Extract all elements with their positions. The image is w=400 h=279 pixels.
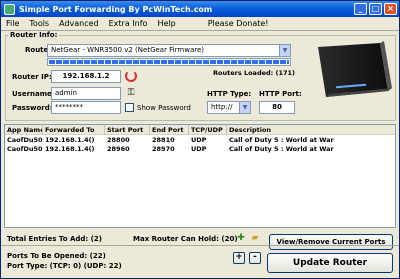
chevron-down-icon[interactable]: ▼: [239, 102, 250, 113]
cell-forwarded-to: 192.168.1.4(): [45, 136, 95, 144]
router-info-title: Router Info:: [8, 31, 60, 39]
window-controls: _ □ ×: [354, 3, 397, 15]
menu-advanced[interactable]: Advanced: [54, 19, 104, 28]
http-port-label: HTTP Port:: [259, 90, 302, 98]
cell-tcp-udp: UDP: [191, 145, 207, 153]
folder-icon[interactable]: ▰: [249, 232, 261, 244]
cell-end-port: 28810: [152, 136, 175, 144]
show-password-label: Show Password: [137, 104, 191, 112]
donate-link[interactable]: Please Donate!: [203, 19, 274, 28]
cell-description: Call of Duty 5 : World at War: [229, 136, 334, 144]
col-description[interactable]: Description: [227, 125, 395, 135]
chevron-down-icon[interactable]: ▼: [279, 45, 290, 56]
cell-tcp-udp: UDP: [191, 136, 207, 144]
table-row[interactable]: CaofDu501 192.168.1.4() 28800 28810 UDP …: [5, 136, 395, 145]
router-load-progress: [47, 58, 291, 66]
password-label: Password:: [12, 104, 53, 112]
col-start-port[interactable]: Start Port: [105, 125, 150, 135]
close-button[interactable]: ×: [384, 3, 397, 15]
view-remove-ports-button[interactable]: View/Remove Current Ports: [269, 234, 393, 250]
cell-description: Call of Duty 5 : World at War: [229, 145, 334, 153]
max-router-label: Max Router Can Hold: (20): [133, 235, 238, 243]
cell-app-name: CaofDu502: [7, 145, 43, 153]
table-row[interactable]: CaofDu502 192.168.1.4() 28960 28970 UDP …: [5, 145, 395, 154]
router-ip-field[interactable]: 192.168.1.2: [51, 70, 121, 83]
col-app-name[interactable]: App Name: [5, 125, 43, 135]
show-password-checkbox[interactable]: [125, 103, 134, 112]
update-router-button[interactable]: Update Router: [267, 253, 393, 273]
add-entry-icon[interactable]: ✚: [235, 232, 247, 244]
refresh-icon[interactable]: [125, 70, 137, 82]
router-image: [318, 41, 392, 97]
progress-fill: [49, 60, 289, 64]
cell-start-port: 28960: [107, 145, 130, 153]
footer-separator: [1, 245, 399, 246]
cell-start-port: 28800: [107, 136, 130, 144]
http-type-value: http://: [211, 103, 233, 111]
title-bar: Simple Port Forwarding By PcWinTech.com …: [1, 1, 399, 17]
menu-tools[interactable]: Tools: [24, 19, 54, 28]
col-forwarded-to[interactable]: Forwarded To: [43, 125, 105, 135]
app-icon: [4, 3, 15, 15]
maximize-button[interactable]: □: [369, 3, 382, 15]
menu-file[interactable]: File: [1, 19, 24, 28]
cell-end-port: 28970: [152, 145, 175, 153]
routers-loaded-label: Routers Loaded: (171): [213, 69, 296, 77]
ports-table: App Name Forwarded To Start Port End Por…: [4, 124, 396, 228]
col-tcp-udp[interactable]: TCP/UDP: [189, 125, 227, 135]
col-end-port[interactable]: End Port: [150, 125, 189, 135]
port-type-label: Port Type: (TCP: 0) (UDP: 22): [7, 262, 122, 270]
key-icon[interactable]: ⚿: [125, 87, 137, 99]
menu-bar: File Tools Advanced Extra Info Help Plea…: [1, 17, 399, 30]
username-label: Username:: [12, 90, 55, 98]
remove-port-button[interactable]: -: [249, 252, 261, 264]
table-header: App Name Forwarded To Start Port End Por…: [5, 125, 395, 135]
add-port-button[interactable]: +: [233, 252, 245, 264]
cell-forwarded-to: 192.168.1.4(): [45, 145, 95, 153]
cell-app-name: CaofDu501: [7, 136, 43, 144]
router-ip-label: Router IP:: [12, 73, 52, 81]
router-select[interactable]: NetGear - WNR3500 v2 (NetGear Firmware) …: [47, 44, 291, 57]
minimize-button[interactable]: _: [354, 3, 367, 15]
menu-help[interactable]: Help: [152, 19, 180, 28]
http-port-field[interactable]: 80: [259, 101, 295, 114]
username-field[interactable]: admin: [51, 87, 121, 100]
router-select-value: NetGear - WNR3500 v2 (NetGear Firmware): [51, 46, 204, 54]
menu-extra-info[interactable]: Extra Info: [104, 19, 153, 28]
window-title: Simple Port Forwarding By PcWinTech.com: [19, 4, 213, 14]
http-type-select[interactable]: http:// ▼: [207, 101, 251, 114]
app-window: Simple Port Forwarding By PcWinTech.com …: [0, 0, 400, 279]
http-type-label: HTTP Type:: [207, 90, 252, 98]
total-entries-label: Total Entries To Add: (2): [7, 235, 102, 243]
ports-opened-label: Ports To Be Opened: (22): [7, 252, 106, 260]
password-field[interactable]: ********: [51, 101, 121, 114]
menu-separator: [1, 30, 399, 31]
